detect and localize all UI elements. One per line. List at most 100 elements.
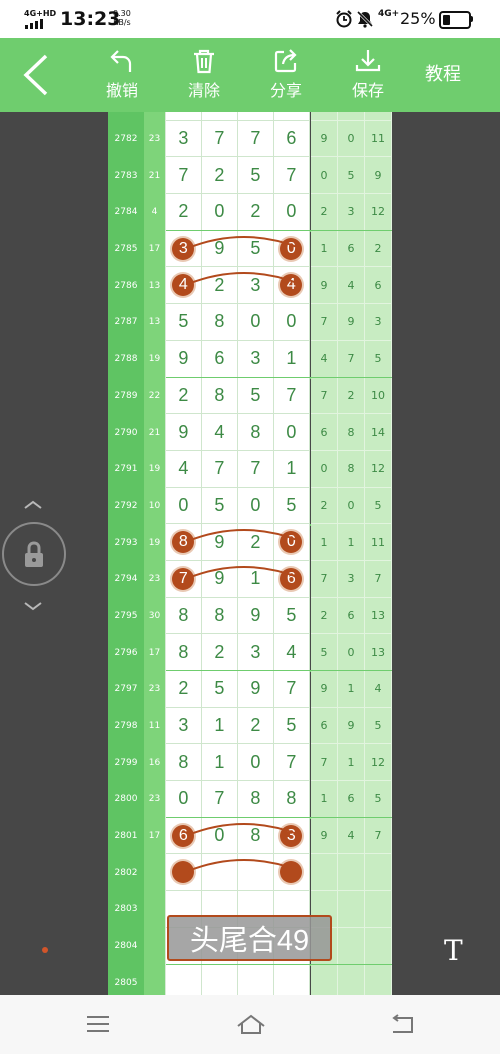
digit-cell[interactable]: 0 <box>202 817 238 855</box>
share-button[interactable]: 分享 <box>256 44 316 106</box>
tutorial-button[interactable]: 教程 <box>425 60 461 86</box>
digit-cell[interactable]: 7 <box>238 450 274 488</box>
digit-cell[interactable]: 0 <box>274 194 310 231</box>
digit-cell[interactable]: 5 <box>166 304 202 341</box>
digit-cell[interactable]: 8 <box>238 817 274 855</box>
digit-cell[interactable]: 4 <box>238 112 274 121</box>
digit-cell[interactable]: 2 <box>238 194 274 231</box>
digit-cell[interactable]: 4 <box>166 450 202 488</box>
digit-cell[interactable]: 0 <box>166 781 202 818</box>
digit-cell[interactable]: 9 <box>166 340 202 378</box>
formula-label[interactable]: 头尾合49 <box>167 915 332 961</box>
digit-cell[interactable]: 8 <box>202 304 238 341</box>
digit-cell[interactable]: 0 <box>166 487 202 525</box>
digit-cell[interactable]: 8 <box>274 781 310 818</box>
digit-cell[interactable]: 4 <box>202 414 238 451</box>
chevron-down-icon[interactable] <box>23 601 43 611</box>
digit-cell[interactable]: 4 <box>274 267 310 305</box>
digit-cell[interactable]: 0 <box>274 524 310 561</box>
digit-cell[interactable]: 7 <box>202 781 238 818</box>
digit-cell[interactable]: 6 <box>274 120 310 158</box>
digit-cell[interactable]: 5 <box>202 487 238 525</box>
lock-button[interactable] <box>2 522 66 586</box>
undo-button[interactable]: 撤销 <box>92 44 152 106</box>
digit-cell[interactable]: 2 <box>202 157 238 195</box>
digit-cell[interactable]: 9 <box>166 414 202 451</box>
digit-cell[interactable]: 0 <box>274 304 310 341</box>
text-tool-button[interactable]: T <box>444 934 463 967</box>
digit-cell[interactable]: 2 <box>166 671 202 708</box>
digit-cell[interactable]: 3 <box>238 340 274 378</box>
digit-cell[interactable]: 7 <box>238 120 274 158</box>
digit-cell[interactable] <box>274 964 310 995</box>
digit-cell[interactable]: 7 <box>202 112 238 121</box>
digit-cell[interactable]: 2 <box>166 194 202 231</box>
digit-cell[interactable]: 1 <box>274 340 310 378</box>
digit-cell[interactable]: 8 <box>202 597 238 635</box>
digit-cell[interactable]: 7 <box>166 560 202 598</box>
digit-cell[interactable]: 9 <box>202 524 238 561</box>
digit-cell[interactable]: 1 <box>202 707 238 745</box>
digit-cell[interactable]: 2 <box>166 377 202 415</box>
digit-cell[interactable]: 7 <box>202 120 238 158</box>
digit-cell[interactable]: 2 <box>202 634 238 671</box>
chart-area[interactable]: 2781190742566278223377690112783217257059… <box>0 112 500 995</box>
digit-cell[interactable]: 2 <box>274 112 310 121</box>
digit-cell[interactable]: 7 <box>274 377 310 415</box>
digit-cell[interactable]: 8 <box>166 597 202 635</box>
digit-cell[interactable] <box>202 854 238 892</box>
digit-cell[interactable]: 9 <box>202 560 238 598</box>
digit-cell[interactable]: 6 <box>274 560 310 598</box>
digit-cell[interactable]: 7 <box>166 157 202 195</box>
digit-cell[interactable] <box>202 964 238 995</box>
digit-cell[interactable]: 4 <box>166 267 202 305</box>
digit-cell[interactable] <box>274 854 310 892</box>
digit-cell[interactable]: 0 <box>238 487 274 525</box>
digit-cell[interactable] <box>238 964 274 995</box>
digit-cell[interactable] <box>166 854 202 892</box>
digit-cell[interactable]: 1 <box>274 450 310 488</box>
digit-cell[interactable]: 1 <box>238 560 274 598</box>
digit-cell[interactable]: 8 <box>166 524 202 561</box>
digit-cell[interactable]: 4 <box>274 634 310 671</box>
digit-cell[interactable]: 0 <box>238 744 274 782</box>
digit-cell[interactable]: 9 <box>202 230 238 268</box>
digit-cell[interactable]: 3 <box>166 120 202 158</box>
digit-cell[interactable]: 0 <box>274 230 310 268</box>
digit-cell[interactable]: 3 <box>238 634 274 671</box>
digit-cell[interactable]: 0 <box>202 194 238 231</box>
digit-cell[interactable]: 8 <box>166 634 202 671</box>
digit-cell[interactable]: 5 <box>238 377 274 415</box>
digit-cell[interactable]: 1 <box>202 744 238 782</box>
digit-cell[interactable]: 9 <box>238 597 274 635</box>
digit-cell[interactable]: 7 <box>202 450 238 488</box>
digit-cell[interactable]: 7 <box>274 744 310 782</box>
digit-cell[interactable]: 0 <box>238 304 274 341</box>
save-button[interactable]: 保存 <box>338 44 398 106</box>
digit-cell[interactable]: 3 <box>166 707 202 745</box>
digit-cell[interactable]: 5 <box>202 671 238 708</box>
digit-cell[interactable] <box>166 964 202 995</box>
digit-cell[interactable]: 0 <box>166 112 202 121</box>
digit-cell[interactable]: 3 <box>238 267 274 305</box>
digit-cell[interactable]: 9 <box>238 671 274 708</box>
digit-cell[interactable]: 3 <box>166 230 202 268</box>
digit-cell[interactable]: 2 <box>202 267 238 305</box>
digit-cell[interactable]: 0 <box>274 414 310 451</box>
digit-cell[interactable]: 2 <box>238 707 274 745</box>
chevron-up-icon[interactable] <box>23 500 43 510</box>
digit-cell[interactable] <box>238 854 274 892</box>
digit-cell[interactable]: 8 <box>238 781 274 818</box>
digit-cell[interactable]: 6 <box>202 340 238 378</box>
menu-icon[interactable] <box>85 1013 111 1035</box>
digit-cell[interactable]: 3 <box>274 817 310 855</box>
digit-cell[interactable]: 5 <box>238 230 274 268</box>
digit-cell[interactable]: 8 <box>202 377 238 415</box>
digit-cell[interactable]: 5 <box>238 157 274 195</box>
digit-cell[interactable]: 2 <box>238 524 274 561</box>
digit-cell[interactable]: 5 <box>274 597 310 635</box>
clear-button[interactable]: 清除 <box>174 44 234 106</box>
home-icon[interactable] <box>236 1013 266 1035</box>
digit-cell[interactable]: 7 <box>274 157 310 195</box>
digit-cell[interactable]: 5 <box>274 707 310 745</box>
